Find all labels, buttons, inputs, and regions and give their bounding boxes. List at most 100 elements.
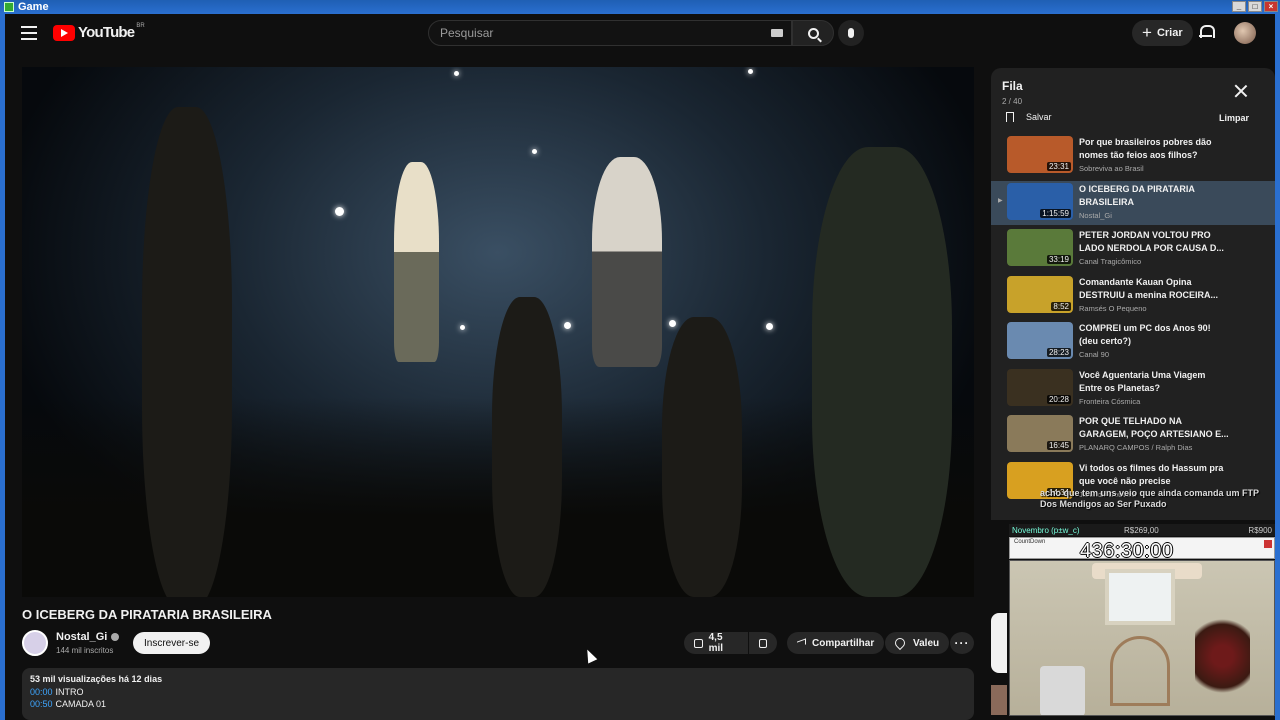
webcam-chair <box>1040 666 1085 715</box>
search-placeholder: Pesquisar <box>440 26 494 40</box>
stage-light <box>766 323 773 330</box>
side-panel-edge <box>991 685 1007 715</box>
dislike-button[interactable] <box>749 632 777 654</box>
verified-icon <box>111 633 120 642</box>
queue-item-title[interactable]: POR QUE TELHADO NA GARAGEM, POÇO ARTESIA… <box>1079 415 1229 441</box>
queue-duration: 23:31 <box>1046 162 1071 171</box>
maximize-button[interactable]: □ <box>1248 1 1262 12</box>
chapter-timestamp[interactable]: 00:50 <box>30 699 53 709</box>
queue-duration: 20:28 <box>1046 394 1071 404</box>
stage-light <box>669 320 676 327</box>
share-label: Compartilhar <box>812 637 875 649</box>
chat-message: acho que tem uns veio que ainda comanda … <box>1040 488 1260 498</box>
queue-item[interactable]: 23:31 Por que brasileiros pobres dão nome… <box>991 134 1275 178</box>
minimize-button[interactable]: _ <box>1232 1 1246 12</box>
search-input[interactable]: Pesquisar <box>428 20 792 46</box>
thumbs-down-icon <box>759 638 767 648</box>
chapter-label: INTRO <box>55 687 84 697</box>
chat-message: Dos Mendigos ao Ser Puxado <box>1040 499 1167 509</box>
queue-item-channel: Nostal_Gi <box>1079 210 1112 220</box>
queue-item-channel: Ramsés O Pequeno <box>1079 303 1147 313</box>
search-button[interactable] <box>792 20 834 46</box>
queue-thumbnail[interactable]: 8:52 <box>1007 275 1073 313</box>
goal-target: R$900 <box>1248 525 1272 535</box>
goal-label: Novembro (p±w_c) <box>1012 525 1080 535</box>
masthead: YouTube BR Pesquisar + Criar <box>5 14 1275 54</box>
channel-avatar[interactable] <box>22 630 48 656</box>
queue-duration: 33:19 <box>1046 255 1071 264</box>
queue-panel: Fila 2 / 40 Salvar Limpar 23:31 Por que b… <box>991 68 1275 520</box>
close-window-button[interactable]: × <box>1264 1 1278 12</box>
hamburger-menu-icon[interactable] <box>21 26 37 40</box>
window-titlebar: Game _ □ × <box>0 0 1280 14</box>
stage-light <box>748 69 753 74</box>
queue-item-title[interactable]: Você Aguentaria Uma Viagem Entre os Plan… <box>1079 369 1229 395</box>
side-panel-edge <box>991 613 1007 673</box>
logo-region: BR <box>136 22 145 29</box>
subscribe-button[interactable]: Inscrever-se <box>133 632 211 654</box>
search-icon <box>807 27 819 39</box>
create-button[interactable]: + Criar <box>1132 20 1193 46</box>
queue-item-channel: Sobrevivа ao Brasil <box>1079 164 1144 173</box>
thumbs-up-icon <box>694 638 703 648</box>
close-queue-icon[interactable] <box>1234 84 1248 98</box>
notifications-bell-icon[interactable] <box>1199 24 1215 39</box>
queue-item[interactable]: 20:28 Você Aguentaria Uma Viagem Entre os… <box>991 367 1275 411</box>
more-icon: ··· <box>954 636 970 650</box>
voice-search-button[interactable] <box>838 20 864 46</box>
queue-item-channel: PLANARQ CAMPOS / Ralph Dias <box>1079 443 1193 452</box>
queue-item-title[interactable]: Vi todos os filmes do Hassum pra que voc… <box>1079 462 1229 488</box>
queue-thumbnail[interactable]: 28:23 <box>1007 322 1073 359</box>
queue-item-title[interactable]: Por que brasileiros pobres dão nomes tão… <box>1079 136 1229 162</box>
queue-thumbnail[interactable]: 16:45 <box>1007 415 1073 452</box>
timer-window-title: CountDown <box>1014 539 1046 545</box>
window-title: Game <box>18 1 49 13</box>
channel-name[interactable]: Nostal_Gi <box>56 631 120 643</box>
logo-text: YouTube <box>78 24 135 41</box>
queue-duration: 28:23 <box>1046 348 1071 357</box>
chapter-label: CAMADA 01 <box>55 699 107 709</box>
queue-thumbnail[interactable]: 1:15:59 <box>1007 182 1073 220</box>
queue-item-title[interactable]: Comandante Kauan Opina DESTRUIU a menina… <box>1079 276 1229 302</box>
share-button[interactable]: Compartilhar <box>787 632 885 654</box>
save-queue-button[interactable]: Salvar <box>1006 112 1052 122</box>
description-box[interactable]: 53 mil visualizações há 12 dias 00:00 INT… <box>22 668 974 720</box>
queue-item[interactable]: ▶ 1:15:59 O ICEBERG DA PIRATARIA BRASILEIR… <box>991 180 1275 225</box>
youtube-logo[interactable]: YouTube BR <box>53 22 145 41</box>
webcam-table <box>1110 636 1170 706</box>
thanks-button[interactable]: Valeu <box>885 632 950 654</box>
goal-current: R$269,00 <box>1124 525 1159 535</box>
queue-item-title[interactable]: O ICEBERG DA PIRATARIA BRASILEIRA <box>1079 183 1229 209</box>
stage-light <box>454 71 459 76</box>
queue-item-channel: Canal 90 <box>1079 350 1110 359</box>
stream-chat-overlay: acho que tem uns veio que ainda comanda … <box>1040 488 1272 510</box>
like-button[interactable]: 4,5 mil <box>684 632 748 654</box>
queue-item[interactable]: 33:19 PETER JORDAN VOLTOU PRO LADO NERDOL… <box>991 227 1275 271</box>
subscriber-count: 144 mil inscritos <box>56 646 114 655</box>
chapter-line: 00:00 INTRO <box>30 687 966 697</box>
webcam-window <box>1105 569 1175 625</box>
channel-name-text: Nostal_Gi <box>56 631 108 643</box>
queue-thumbnail[interactable]: 33:19 <box>1007 229 1073 266</box>
queue-item[interactable]: 16:45 POR QUE TELHADO NA GARAGEM, POÇO AR… <box>991 413 1275 457</box>
view-count-date: 53 mil visualizações há 12 dias <box>30 674 163 684</box>
queue-item[interactable]: 28:23 COMPREI um PC dos Anos 90! (deu cer… <box>991 320 1275 364</box>
thanks-icon <box>892 635 908 651</box>
stage-light <box>460 325 465 330</box>
user-avatar[interactable] <box>1234 22 1256 44</box>
queue-duration: 1:15:59 <box>1040 208 1071 218</box>
queue-item[interactable]: 8:52 Comandante Kauan Opina DESTRUIU a me… <box>991 274 1275 318</box>
countdown-timer-window: CountDown 436:30:00 <box>1009 537 1275 562</box>
crowd-head <box>812 147 952 597</box>
queue-thumbnail[interactable]: 23:31 <box>1007 136 1073 173</box>
keyboard-icon[interactable] <box>771 29 783 37</box>
timer-close-icon[interactable] <box>1264 540 1272 548</box>
queue-item-title[interactable]: PETER JORDAN VOLTOU PRO LADO NERDOLA POR… <box>1079 229 1229 255</box>
queue-thumbnail[interactable]: 20:28 <box>1007 368 1073 406</box>
clear-queue-button[interactable]: Limpar <box>1219 113 1249 123</box>
chapter-timestamp[interactable]: 00:00 <box>30 687 53 697</box>
video-player[interactable] <box>22 67 974 597</box>
more-actions-button[interactable]: ··· <box>950 632 974 654</box>
queue-item-title[interactable]: COMPREI um PC dos Anos 90! (deu certo?) <box>1079 322 1229 348</box>
microphone-icon <box>848 28 854 38</box>
